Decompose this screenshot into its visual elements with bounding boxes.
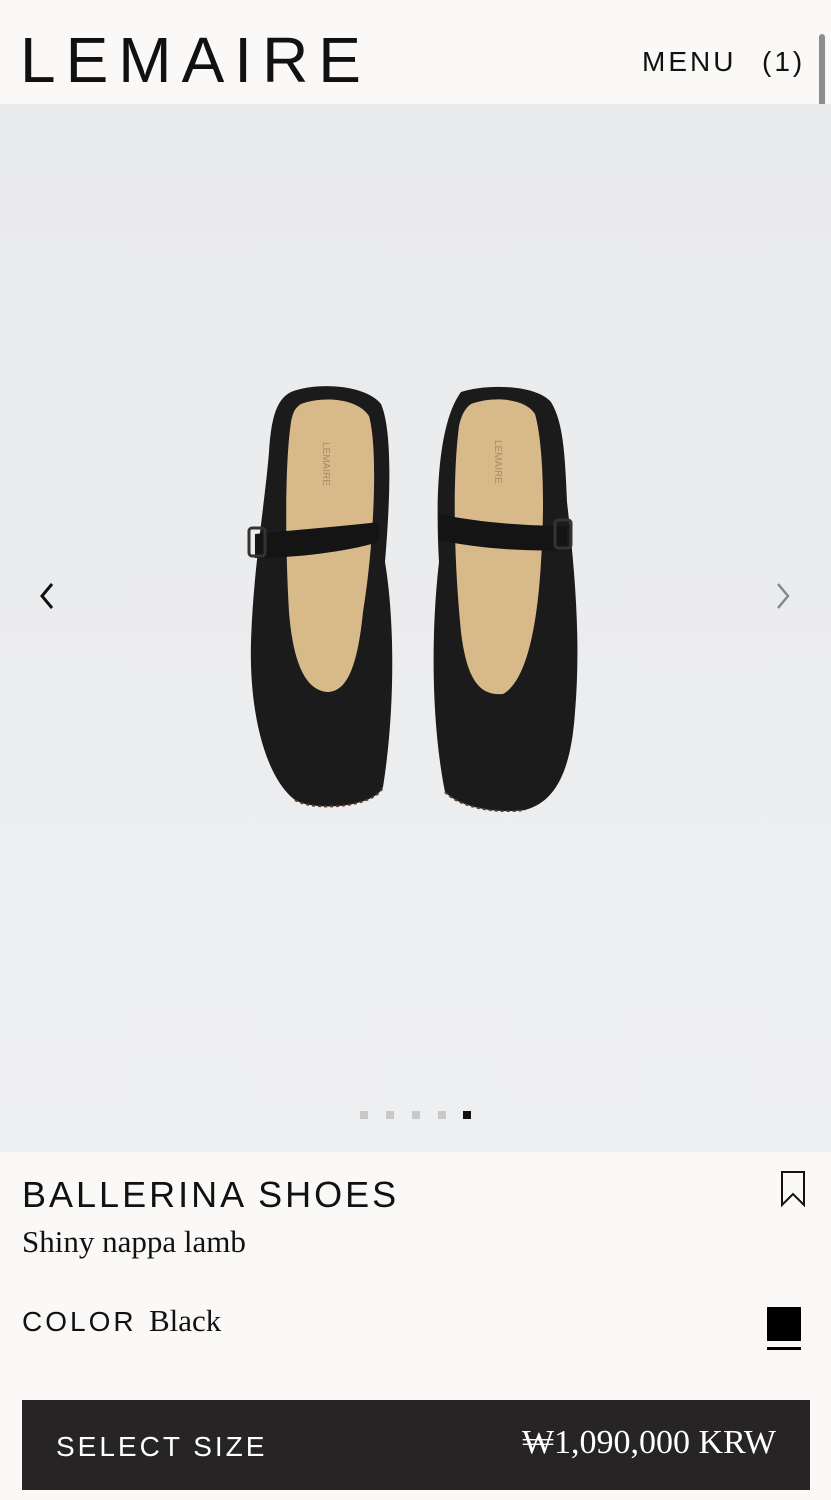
product-name: BALLERINA SHOES [22, 1174, 400, 1215]
site-header: LEMAIRE MENU (1) [0, 0, 831, 104]
pagination-dot[interactable] [386, 1111, 394, 1119]
product-image: LEMAIRE LEMAIRE [247, 386, 578, 812]
swatch-selected-indicator [767, 1347, 801, 1350]
bookmark-icon[interactable] [778, 1170, 808, 1208]
pagination-dot-active[interactable] [463, 1111, 471, 1119]
select-size-button[interactable]: SELECT SIZE ₩1,090,000 KRW [22, 1400, 810, 1490]
pagination-dot[interactable] [438, 1111, 446, 1119]
cart-button[interactable]: (1) [762, 46, 805, 78]
color-swatch-black[interactable] [767, 1307, 801, 1341]
product-price: ₩1,090,000 KRW [521, 1424, 776, 1461]
select-size-label: SELECT SIZE [56, 1431, 268, 1462]
pagination-dot[interactable] [412, 1111, 420, 1119]
pagination-dot[interactable] [360, 1111, 368, 1119]
svg-text:LEMAIRE: LEMAIRE [492, 440, 503, 484]
svg-text:LEMAIRE: LEMAIRE [320, 442, 331, 486]
product-material: Shiny nappa lamb [22, 1224, 246, 1259]
product-image-gallery[interactable]: LEMAIRE LEMAIRE [0, 104, 831, 1152]
brand-logo[interactable]: LEMAIRE [20, 28, 371, 92]
chevron-right-icon[interactable] [764, 576, 804, 616]
color-value: Black [149, 1303, 222, 1338]
color-label: COLOR [22, 1306, 137, 1337]
menu-button[interactable]: MENU [642, 46, 736, 78]
chevron-left-icon[interactable] [28, 576, 68, 616]
